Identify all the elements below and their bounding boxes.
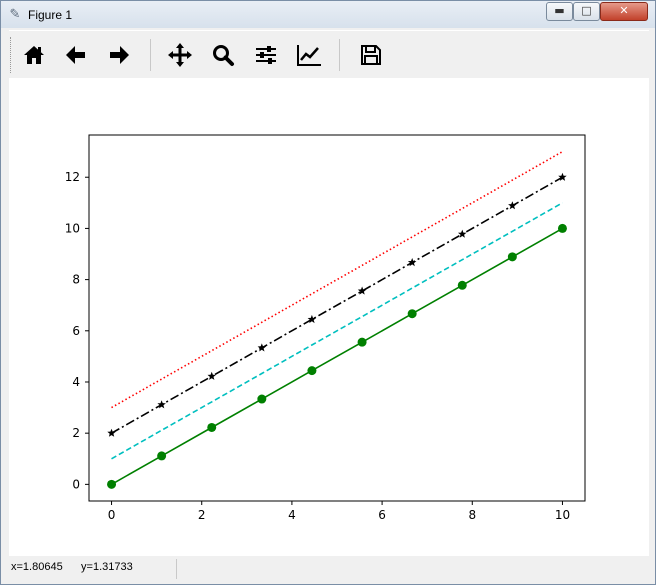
series-0-point (507, 252, 517, 262)
toolbar-separator (150, 39, 151, 71)
y-tick-label: 6 (72, 324, 80, 338)
window-title: Figure 1 (28, 8, 73, 22)
edit-axes-button[interactable] (292, 38, 326, 72)
save-icon (361, 45, 381, 65)
series-0-point (157, 451, 167, 461)
x-tick-label: 10 (555, 508, 570, 522)
navigation-toolbar (9, 30, 649, 79)
y-tick-label: 2 (72, 426, 80, 440)
series-0-point (357, 337, 367, 347)
line-plot[interactable]: 0 2 4 6 8 10 0 2 4 6 8 10 12 (9, 78, 649, 556)
maximize-button[interactable]: □ (573, 2, 600, 21)
sliders-icon (256, 46, 276, 64)
figure-window: ✎ Figure 1 ▬ □ ✕ 0 2 4 6 8 10 0 2 4 6 8 … (0, 0, 656, 585)
arrow-right-icon (110, 46, 129, 64)
home-button[interactable] (17, 38, 51, 72)
status-separator (176, 559, 177, 579)
save-button[interactable] (354, 38, 388, 72)
x-tick-label: 8 (468, 508, 476, 522)
series-0-point (407, 309, 417, 319)
pan-button[interactable] (163, 38, 197, 72)
y-tick-label: 0 (72, 477, 80, 491)
series-0-point (257, 394, 267, 404)
series-0-point (207, 422, 217, 432)
arrow-left-icon (66, 46, 85, 64)
series-0-point (107, 479, 117, 489)
status-bar: x=1.80645 y=1.31733 (1, 556, 655, 584)
close-button[interactable]: ✕ (600, 2, 648, 21)
series-0-point (307, 366, 317, 376)
plot-area (88, 134, 586, 502)
figure-canvas[interactable]: 0 2 4 6 8 10 0 2 4 6 8 10 12 (9, 78, 649, 556)
y-tick-label: 4 (72, 375, 80, 389)
y-tick-label: 10 (65, 221, 80, 235)
toolbar-separator (339, 39, 340, 71)
home-icon (24, 46, 44, 64)
zoom-button[interactable] (206, 38, 240, 72)
matplotlib-app-icon: ✎ (9, 7, 21, 22)
subplots-button[interactable] (249, 38, 283, 72)
y-tick-label: 8 (72, 273, 80, 287)
minimize-button[interactable]: ▬ (546, 2, 573, 21)
x-tick-label: 4 (288, 508, 296, 522)
x-tick-label: 0 (108, 508, 116, 522)
y-tick-label: 12 (65, 170, 80, 184)
x-tick-label: 6 (378, 508, 386, 522)
toolbar-grip[interactable] (10, 37, 14, 73)
forward-button[interactable] (102, 38, 136, 72)
search-icon (213, 45, 234, 66)
series-0-point (557, 223, 567, 233)
back-button[interactable] (59, 38, 93, 72)
line-chart-icon (297, 45, 321, 66)
cursor-coordinates: x=1.80645 y=1.31733 (11, 561, 133, 573)
series-0-point (457, 280, 467, 290)
title-bar[interactable]: ✎ Figure 1 ▬ □ ✕ (1, 1, 655, 28)
x-tick-label: 2 (198, 508, 206, 522)
move-icon (168, 43, 192, 67)
